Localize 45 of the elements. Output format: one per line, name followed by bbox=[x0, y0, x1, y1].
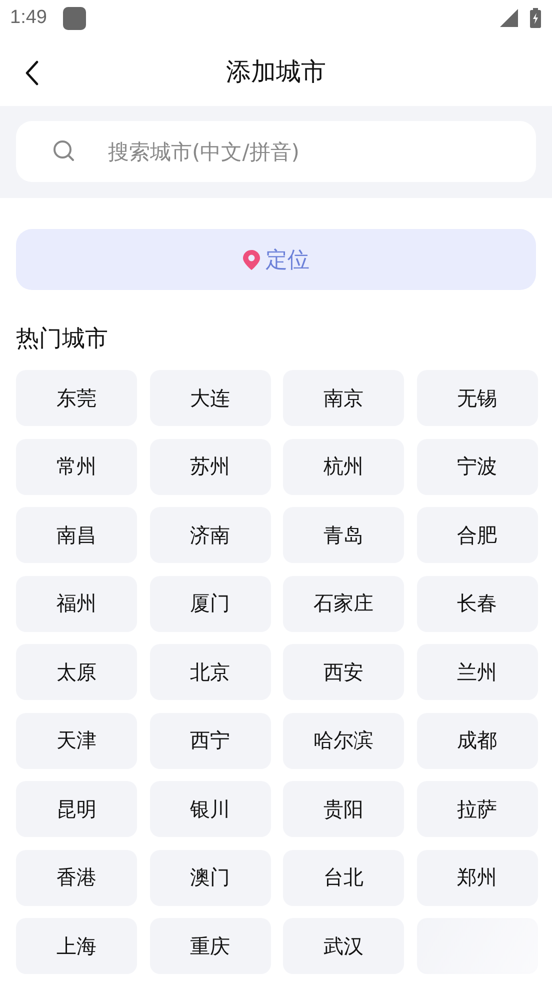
section-title: 热门城市 bbox=[15, 325, 109, 354]
city-button[interactable]: 无锡 bbox=[416, 370, 538, 426]
city-button[interactable]: 大连 bbox=[150, 370, 270, 426]
city-button[interactable]: 西安 bbox=[283, 644, 404, 700]
city-button[interactable]: 拉萨 bbox=[416, 781, 538, 837]
notification-icon bbox=[62, 6, 86, 30]
city-button[interactable]: 天津 bbox=[16, 712, 137, 768]
city-button[interactable]: 济南 bbox=[150, 507, 270, 563]
city-button[interactable]: 杭州 bbox=[283, 438, 404, 494]
city-button[interactable]: 苏州 bbox=[150, 438, 270, 494]
city-button[interactable]: 福州 bbox=[16, 576, 137, 632]
city-button[interactable]: 台北 bbox=[283, 850, 404, 906]
city-button[interactable]: 南京 bbox=[283, 370, 404, 426]
city-button[interactable]: 东莞 bbox=[16, 370, 137, 426]
city-button[interactable]: 澳门 bbox=[150, 850, 270, 906]
back-icon bbox=[24, 60, 40, 86]
city-button[interactable]: 太原 bbox=[16, 644, 137, 700]
city-button[interactable]: 哈尔滨 bbox=[283, 712, 404, 768]
search-icon bbox=[52, 139, 76, 163]
city-button[interactable]: 银川 bbox=[150, 781, 270, 837]
city-button[interactable]: 成都 bbox=[416, 712, 538, 768]
page-title: 添加城市 bbox=[226, 56, 326, 88]
city-button[interactable]: 常州 bbox=[16, 438, 137, 494]
city-button[interactable]: 上海 bbox=[16, 918, 137, 974]
city-button[interactable]: 重庆 bbox=[150, 918, 270, 974]
location-pin-icon bbox=[242, 250, 260, 270]
city-button[interactable]: 西宁 bbox=[150, 712, 270, 768]
city-button[interactable]: 武汉 bbox=[283, 918, 404, 974]
city-button[interactable]: 兰州 bbox=[416, 644, 538, 700]
city-button[interactable]: 昆明 bbox=[16, 781, 137, 837]
city-button[interactable]: 长春 bbox=[416, 576, 538, 632]
city-button[interactable]: 贵阳 bbox=[283, 781, 404, 837]
city-button[interactable]: 郑州 bbox=[416, 850, 538, 906]
search-field[interactable]: 搜索城市(中文/拼音) bbox=[16, 121, 536, 182]
city-button[interactable]: 合肥 bbox=[416, 507, 538, 563]
battery-icon bbox=[530, 8, 541, 28]
status-time: 1:49 bbox=[10, 7, 47, 29]
city-button[interactable]: 宁波 bbox=[416, 438, 538, 494]
city-button[interactable]: 石家庄 bbox=[283, 576, 404, 632]
city-button[interactable]: 南昌 bbox=[16, 507, 137, 563]
signal-icon bbox=[500, 9, 518, 27]
city-button[interactable]: 北京 bbox=[150, 644, 270, 700]
city-button[interactable]: 青岛 bbox=[283, 507, 404, 563]
city-button[interactable]: 厦门 bbox=[150, 576, 270, 632]
city-button[interactable]: 香港 bbox=[16, 850, 137, 906]
